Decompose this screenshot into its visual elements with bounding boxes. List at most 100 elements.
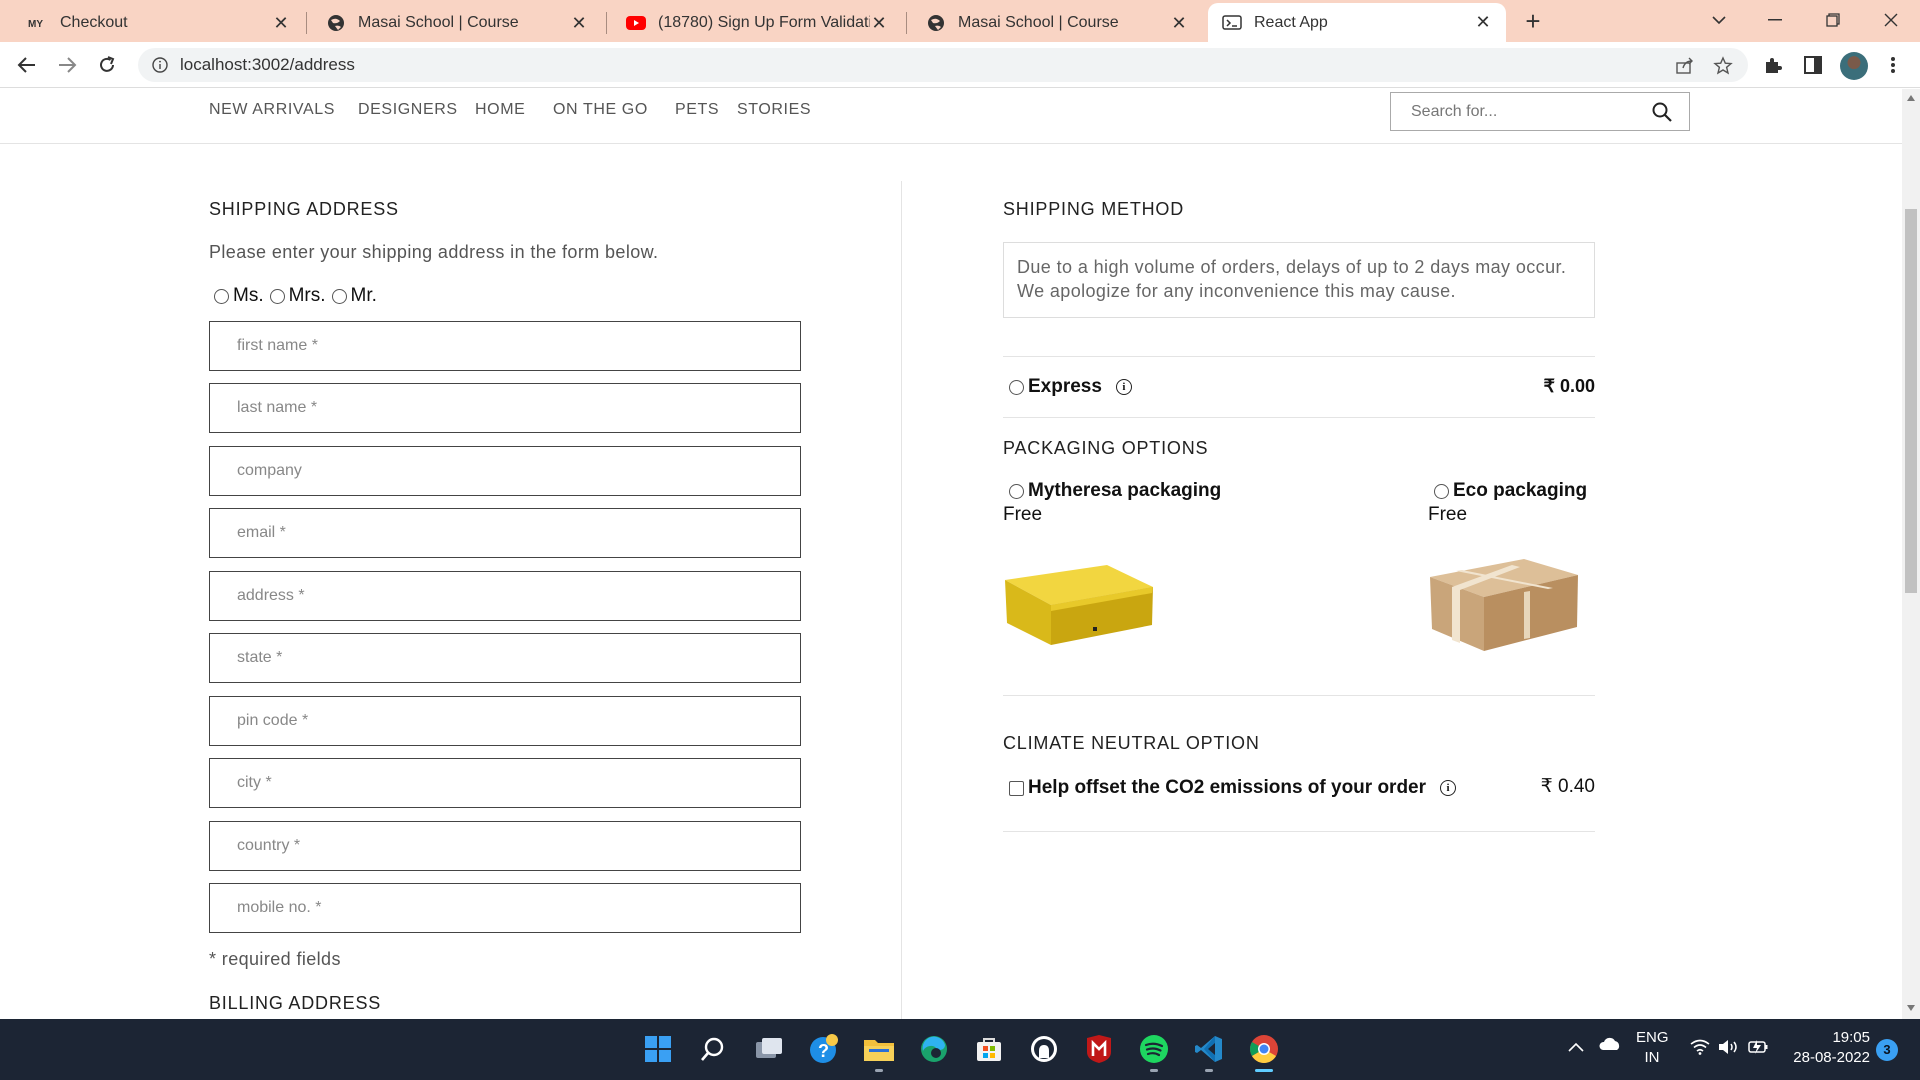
share-icon[interactable] bbox=[1674, 55, 1696, 77]
search-box bbox=[1390, 92, 1690, 131]
file-explorer-icon[interactable] bbox=[859, 1029, 899, 1072]
co2-offset-checkbox[interactable] bbox=[1009, 780, 1024, 796]
time-text: 19:05 bbox=[1832, 1029, 1870, 1046]
search-icon[interactable] bbox=[693, 1029, 733, 1069]
browser-toolbar: localhost:3002/address bbox=[0, 42, 1920, 88]
nav-pets[interactable]: PETS bbox=[675, 101, 719, 119]
restore-button[interactable] bbox=[1808, 0, 1858, 40]
vscode-icon[interactable] bbox=[1189, 1029, 1229, 1072]
pin-code-field bbox=[209, 696, 801, 746]
co2-offset-option[interactable]: Help offset the CO2 emissions of your or… bbox=[1009, 777, 1457, 799]
pin-code-input[interactable] bbox=[237, 712, 777, 730]
help-app-icon[interactable]: ? bbox=[804, 1029, 844, 1069]
close-tab-icon[interactable]: ✕ bbox=[1170, 13, 1188, 34]
site-info-icon[interactable] bbox=[150, 55, 170, 75]
show-hidden-icons-chevron[interactable] bbox=[1568, 1038, 1584, 1058]
info-icon[interactable]: i bbox=[1115, 379, 1132, 395]
radio-button[interactable] bbox=[331, 288, 347, 304]
nav-new-arrivals[interactable]: NEW ARRIVALS bbox=[209, 101, 335, 119]
company-input[interactable] bbox=[237, 462, 777, 480]
browser-tab-react-app[interactable]: React App ✕ bbox=[1208, 3, 1506, 42]
edge-browser-icon[interactable] bbox=[914, 1029, 954, 1069]
email-input[interactable] bbox=[237, 524, 777, 542]
svg-text:?: ? bbox=[818, 1041, 829, 1061]
radio-button[interactable] bbox=[1434, 483, 1449, 499]
volume-icon[interactable] bbox=[1718, 1039, 1740, 1061]
close-window-button[interactable] bbox=[1866, 0, 1916, 40]
language-indicator[interactable]: ENG IN bbox=[1636, 1028, 1669, 1068]
page-scrollbar[interactable] bbox=[1902, 89, 1920, 1019]
radio-button[interactable] bbox=[214, 288, 229, 304]
salutation-mrs[interactable]: Mrs. bbox=[269, 285, 326, 307]
mcafee-icon[interactable] bbox=[1079, 1029, 1119, 1069]
shipping-address-heading: SHIPPING ADDRESS bbox=[209, 199, 399, 219]
notification-badge[interactable]: 3 bbox=[1876, 1039, 1898, 1061]
minimize-button[interactable] bbox=[1750, 0, 1800, 40]
react-app-favicon bbox=[1222, 13, 1242, 33]
radio-button[interactable] bbox=[1009, 483, 1024, 499]
scroll-down-arrow-icon[interactable] bbox=[1907, 1005, 1915, 1011]
nav-on-the-go[interactable]: ON THE GO bbox=[553, 101, 648, 119]
last-name-input[interactable] bbox=[237, 399, 777, 417]
city-input[interactable] bbox=[237, 774, 777, 792]
tab-search-chevron-icon[interactable] bbox=[1694, 0, 1744, 40]
salutation-ms[interactable]: Ms. bbox=[214, 285, 264, 307]
extensions-puzzle-icon[interactable] bbox=[1760, 52, 1786, 78]
shipping-method-heading: SHIPPING METHOD bbox=[1003, 199, 1185, 219]
back-button[interactable] bbox=[10, 48, 44, 82]
mobile-input[interactable] bbox=[237, 899, 777, 917]
mytheresa-packaging-option[interactable]: Mytheresa packaging bbox=[1009, 480, 1221, 502]
radio-button[interactable] bbox=[1009, 379, 1024, 395]
express-label: Express bbox=[1028, 376, 1102, 397]
browser-tab-masai-2[interactable]: Masai School | Course ✕ bbox=[912, 4, 1202, 42]
search-icon[interactable] bbox=[1651, 101, 1673, 123]
github-desktop-icon[interactable] bbox=[1024, 1029, 1064, 1069]
close-tab-icon[interactable]: ✕ bbox=[870, 13, 888, 34]
wifi-icon[interactable] bbox=[1690, 1039, 1710, 1061]
active-indicator bbox=[1255, 1069, 1273, 1072]
address-field bbox=[209, 571, 801, 621]
checkout-page: NEW ARRIVALS DESIGNERS HOME ON THE GO PE… bbox=[0, 89, 1902, 1019]
search-input[interactable] bbox=[1411, 102, 1641, 121]
state-input[interactable] bbox=[237, 649, 777, 667]
scroll-up-arrow-icon[interactable] bbox=[1907, 95, 1915, 101]
express-shipping-option[interactable]: Express i bbox=[1009, 376, 1132, 398]
salutation-mr[interactable]: Mr. bbox=[331, 285, 377, 307]
bookmark-star-icon[interactable] bbox=[1712, 55, 1734, 77]
cardboard-box-image bbox=[1430, 559, 1578, 651]
address-bar[interactable]: localhost:3002/address bbox=[138, 48, 1748, 82]
spotify-icon[interactable] bbox=[1134, 1029, 1174, 1072]
battery-icon[interactable] bbox=[1748, 1038, 1770, 1062]
chrome-icon[interactable] bbox=[1244, 1029, 1284, 1072]
task-view-icon[interactable] bbox=[749, 1029, 789, 1069]
nav-designers[interactable]: DESIGNERS bbox=[358, 101, 458, 119]
close-tab-icon[interactable]: ✕ bbox=[1474, 12, 1492, 33]
nav-home[interactable]: HOME bbox=[475, 101, 525, 119]
city-field bbox=[209, 758, 801, 808]
browser-tab-youtube[interactable]: (18780) Sign Up Form Validation ✕ bbox=[612, 4, 902, 42]
forward-button[interactable] bbox=[50, 48, 84, 82]
first-name-input[interactable] bbox=[237, 337, 777, 355]
email-field bbox=[209, 508, 801, 558]
new-tab-button[interactable]: + bbox=[1518, 6, 1548, 36]
eco-packaging-option[interactable]: Eco packaging bbox=[1434, 480, 1587, 502]
country-input[interactable] bbox=[237, 837, 777, 855]
address-input[interactable] bbox=[237, 587, 777, 605]
browser-menu-icon[interactable] bbox=[1880, 52, 1906, 78]
nav-stories[interactable]: STORIES bbox=[737, 101, 811, 119]
profile-avatar[interactable] bbox=[1840, 52, 1868, 80]
clock[interactable]: 19:05 28-08-2022 bbox=[1786, 1028, 1870, 1068]
onedrive-cloud-icon[interactable] bbox=[1598, 1037, 1622, 1057]
close-tab-icon[interactable]: ✕ bbox=[272, 13, 290, 34]
side-panel-icon[interactable] bbox=[1800, 52, 1826, 78]
reload-button[interactable] bbox=[90, 48, 124, 82]
radio-button[interactable] bbox=[269, 288, 285, 304]
browser-tab-masai-1[interactable]: Masai School | Course ✕ bbox=[312, 4, 602, 42]
microsoft-store-icon[interactable] bbox=[969, 1029, 1009, 1069]
scrollbar-thumb[interactable] bbox=[1905, 209, 1917, 593]
windows-start-icon[interactable] bbox=[638, 1029, 678, 1069]
info-icon[interactable]: i bbox=[1440, 780, 1457, 796]
last-name-field bbox=[209, 383, 801, 433]
close-tab-icon[interactable]: ✕ bbox=[570, 13, 588, 34]
browser-tab-checkout[interactable]: MY Checkout ✕ bbox=[14, 4, 304, 42]
